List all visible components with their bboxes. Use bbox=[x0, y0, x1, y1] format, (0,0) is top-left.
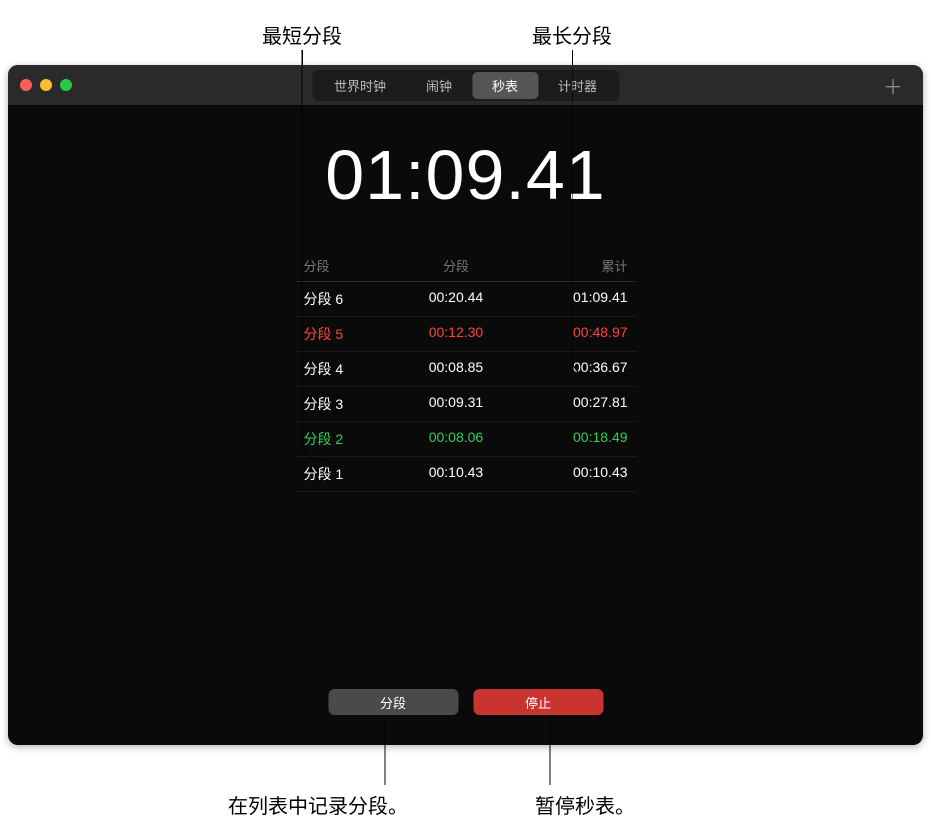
fullscreen-button[interactable] bbox=[60, 79, 72, 91]
time-display: 01:09.41 bbox=[8, 135, 923, 215]
tab-stopwatch[interactable]: 秒表 bbox=[472, 72, 538, 99]
lap-row: 分段 1 00:10.43 00:10.43 bbox=[296, 457, 636, 492]
lap-total: 00:27.81 bbox=[513, 394, 627, 414]
lap-button[interactable]: 分段 bbox=[328, 689, 458, 715]
callout-longest-lap: 最长分段 bbox=[532, 20, 612, 49]
callout-record-lap: 在列表中记录分段。 bbox=[228, 790, 408, 819]
minimize-button[interactable] bbox=[40, 79, 52, 91]
app-window: 世界时钟 闹钟 秒表 计时器 ＋ 01:09.41 分段 分段 累计 分段 6 … bbox=[8, 65, 923, 745]
add-button[interactable]: ＋ bbox=[883, 71, 903, 100]
callout-connector bbox=[572, 50, 672, 390]
close-button[interactable] bbox=[20, 79, 32, 91]
lap-row-shortest: 分段 2 00:08.06 00:18.49 bbox=[296, 422, 636, 457]
lap-total: 00:10.43 bbox=[513, 464, 627, 484]
lap-row: 分段 3 00:09.31 00:27.81 bbox=[296, 387, 636, 422]
header-split: 分段 bbox=[399, 256, 513, 275]
callout-connector bbox=[540, 720, 560, 790]
lap-total: 00:18.49 bbox=[513, 429, 627, 449]
lap-split: 00:12.30 bbox=[399, 324, 513, 344]
callout-connector bbox=[260, 50, 330, 470]
title-bar: 世界时钟 闹钟 秒表 计时器 ＋ bbox=[8, 65, 923, 105]
window-controls bbox=[20, 79, 72, 91]
lap-split: 00:08.06 bbox=[399, 429, 513, 449]
lap-split: 00:10.43 bbox=[399, 464, 513, 484]
button-bar: 分段 停止 bbox=[328, 689, 603, 715]
stop-button[interactable]: 停止 bbox=[473, 689, 603, 715]
callout-pause-stopwatch: 暂停秒表。 bbox=[535, 790, 635, 819]
callout-shortest-lap: 最短分段 bbox=[262, 20, 342, 49]
lap-split: 00:08.85 bbox=[399, 359, 513, 379]
tab-alarm[interactable]: 闹钟 bbox=[406, 72, 472, 99]
callout-connector bbox=[375, 720, 395, 790]
lap-split: 00:20.44 bbox=[399, 289, 513, 309]
plus-icon: ＋ bbox=[883, 77, 903, 99]
stopwatch-content: 01:09.41 分段 分段 累计 分段 6 00:20.44 01:09.41… bbox=[8, 105, 923, 492]
lap-split: 00:09.31 bbox=[399, 394, 513, 414]
